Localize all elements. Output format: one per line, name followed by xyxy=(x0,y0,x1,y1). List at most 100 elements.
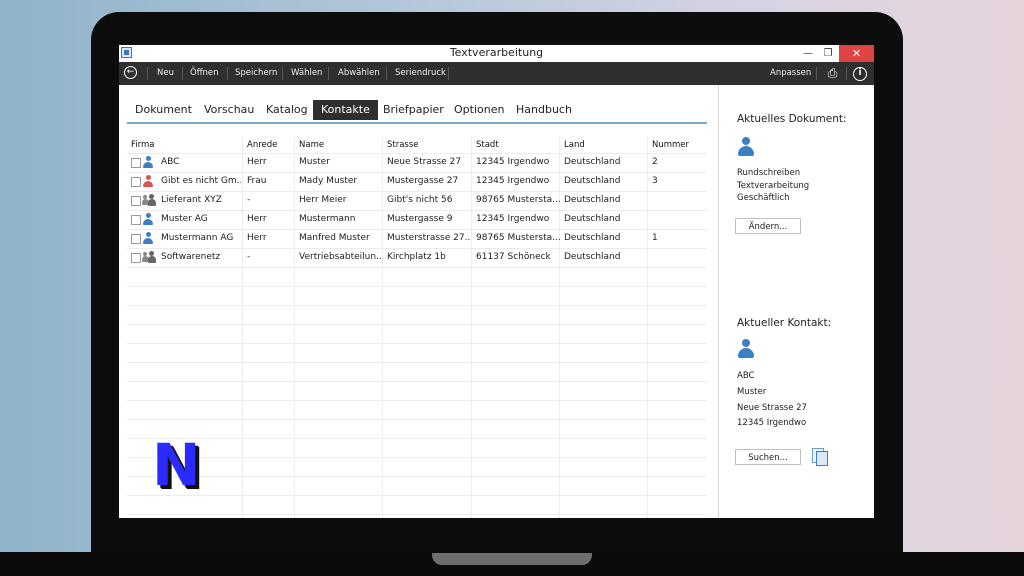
tab-katalog[interactable]: Katalog xyxy=(258,100,316,120)
cell-strasse[interactable]: Musterstrasse 27... xyxy=(387,229,471,248)
cell-stadt[interactable]: 61137 Schöneck xyxy=(476,248,560,267)
cell-strasse[interactable]: Neue Strasse 27 xyxy=(387,153,471,172)
row-divider xyxy=(127,381,707,382)
toolbar-mailmerge-button[interactable]: Seriendruck xyxy=(395,62,446,85)
info-icon[interactable]: i xyxy=(853,67,867,81)
column-header-name[interactable]: Name xyxy=(299,137,324,153)
row-divider xyxy=(127,438,707,439)
row-checkbox[interactable] xyxy=(131,196,141,206)
tab-kontakte[interactable]: Kontakte xyxy=(313,100,378,120)
row-checkbox[interactable] xyxy=(131,158,141,168)
row-divider xyxy=(127,476,707,477)
cell-firma[interactable]: Mustermann AG xyxy=(161,229,241,248)
contact-line: Muster xyxy=(737,387,767,397)
cell-name[interactable]: Vertriebsabteilun... xyxy=(299,248,383,267)
cell-name[interactable]: Mustermann xyxy=(299,210,383,229)
cell-name[interactable]: Muster xyxy=(299,153,383,172)
contact-line: Neue Strasse 27 xyxy=(737,403,807,413)
tab-dokument[interactable]: Dokument xyxy=(127,100,200,120)
close-icon[interactable]: ✕ xyxy=(839,45,874,62)
app-window: Textverarbeitung — ❐ ✕ ← Neu Öffnen Spei… xyxy=(119,45,874,518)
row-divider xyxy=(127,324,707,325)
column-header-strasse[interactable]: Strasse xyxy=(387,137,419,153)
cell-strasse[interactable]: Kirchplatz 1b xyxy=(387,248,471,267)
toolbar-new-button[interactable]: Neu xyxy=(157,62,174,85)
column-header-anrede[interactable]: Anrede xyxy=(247,137,277,153)
toolbar-open-button[interactable]: Öffnen xyxy=(190,62,219,85)
toolbar-save-button[interactable]: Speichern xyxy=(235,62,277,85)
toolbar: ← Neu Öffnen Speichern Wählen Abwählen S… xyxy=(119,62,874,85)
cell-name[interactable]: Mady Muster xyxy=(299,172,383,191)
cell-land[interactable]: Deutschland xyxy=(564,153,648,172)
cell-strasse[interactable]: Gibt's nicht 56 xyxy=(387,191,471,210)
change-document-button[interactable]: Ändern... xyxy=(735,218,801,234)
cell-name[interactable]: Manfred Muster xyxy=(299,229,383,248)
window-title: Textverarbeitung xyxy=(449,46,544,59)
row-divider xyxy=(127,457,707,458)
toolbar-divider xyxy=(816,67,817,80)
title-bar: Textverarbeitung — ❐ ✕ xyxy=(119,45,874,63)
cell-name[interactable]: Herr Meier xyxy=(299,191,383,210)
person-contact-icon xyxy=(143,213,153,225)
column-header-firma[interactable]: Firma xyxy=(131,137,154,153)
cell-firma[interactable]: Gibt es nicht Gm... xyxy=(161,172,241,191)
column-divider xyxy=(471,137,472,518)
cell-firma[interactable]: Lieferant XYZ xyxy=(161,191,241,210)
channel-logo: N xyxy=(152,431,201,499)
row-checkbox[interactable] xyxy=(131,253,141,263)
tab-briefpapier[interactable]: Briefpapier xyxy=(375,100,452,120)
contact-person-icon xyxy=(738,339,754,359)
cell-land[interactable]: Deutschland xyxy=(564,191,648,210)
row-divider xyxy=(127,495,707,496)
contact-line: ABC xyxy=(737,371,755,381)
cell-stadt[interactable]: 12345 Irgendwo xyxy=(476,210,560,229)
restore-icon[interactable]: ❐ xyxy=(819,45,837,62)
tab-handbuch[interactable]: Handbuch xyxy=(508,100,580,120)
copy-document-icon[interactable] xyxy=(812,448,828,466)
row-checkbox[interactable] xyxy=(131,234,141,244)
cell-firma[interactable]: ABC xyxy=(161,153,241,172)
row-divider xyxy=(127,286,707,287)
search-contact-button[interactable]: Suchen... xyxy=(735,449,801,465)
column-header-nummer[interactable]: Nummer xyxy=(652,137,689,153)
cell-strasse[interactable]: Mustergasse 27 xyxy=(387,172,471,191)
cell-firma[interactable]: Muster AG xyxy=(161,210,241,229)
column-header-land[interactable]: Land xyxy=(564,137,585,153)
cell-land[interactable]: Deutschland xyxy=(564,248,648,267)
row-divider xyxy=(127,400,707,401)
tab-optionen[interactable]: Optionen xyxy=(446,100,512,120)
female-contact-icon xyxy=(143,175,153,187)
document-line: Textverarbeitung xyxy=(737,181,810,191)
person-contact-icon xyxy=(143,156,153,168)
cell-stadt[interactable]: 12345 Irgendwo xyxy=(476,153,560,172)
row-divider xyxy=(127,305,707,306)
cell-strasse[interactable]: Mustergasse 9 xyxy=(387,210,471,229)
customize-button[interactable]: Anpassen xyxy=(770,62,811,85)
column-divider xyxy=(242,137,243,518)
cell-land[interactable]: Deutschland xyxy=(564,172,648,191)
toolbar-divider xyxy=(227,67,228,80)
printer-icon[interactable]: ⎙ xyxy=(825,66,840,81)
cell-land[interactable]: Deutschland xyxy=(564,210,648,229)
current-contact-heading: Aktueller Kontakt: xyxy=(737,317,832,329)
cell-stadt[interactable]: 98765 Mustersta... xyxy=(476,229,560,248)
column-header-stadt[interactable]: Stadt xyxy=(476,137,499,153)
tab-vorschau[interactable]: Vorschau xyxy=(196,100,262,120)
cell-stadt[interactable]: 98765 Mustersta... xyxy=(476,191,560,210)
row-checkbox[interactable] xyxy=(131,177,141,187)
minimize-icon[interactable]: — xyxy=(799,45,817,62)
back-arrow-icon[interactable]: ← xyxy=(124,66,137,79)
toolbar-divider xyxy=(846,67,847,80)
person-contact-icon xyxy=(143,232,153,244)
document-line: Rundschreiben xyxy=(737,168,801,178)
row-checkbox[interactable] xyxy=(131,215,141,225)
row-divider xyxy=(127,267,707,268)
cell-firma[interactable]: Softwarenetz xyxy=(161,248,241,267)
cell-stadt[interactable]: 12345 Irgendwo xyxy=(476,172,560,191)
toolbar-select-button[interactable]: Wählen xyxy=(291,62,322,85)
document-line: Geschäftlich xyxy=(737,193,790,203)
toolbar-deselect-button[interactable]: Abwählen xyxy=(338,62,380,85)
toolbar-divider xyxy=(147,67,148,80)
toolbar-divider xyxy=(328,67,329,80)
cell-land[interactable]: Deutschland xyxy=(564,229,648,248)
